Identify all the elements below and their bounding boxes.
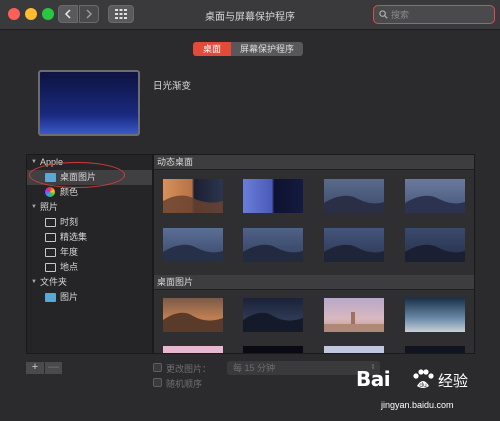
- tab-switcher: 桌面 屏幕保护程序: [193, 42, 303, 56]
- dune-graphic: [324, 195, 384, 213]
- sidebar-item-places[interactable]: 地点: [27, 260, 152, 275]
- interval-value: 每 15 分钟: [233, 363, 276, 373]
- paw-icon: du: [413, 369, 434, 389]
- baidu-watermark: Bai du 经验 jingyan.baidu.com: [353, 367, 493, 417]
- color-wheel-icon: [45, 187, 55, 197]
- wallpaper-thumb[interactable]: [405, 346, 465, 353]
- group-photos[interactable]: ▼ 照片: [27, 200, 152, 215]
- title-bar: 桌面与屏幕保护程序: [0, 0, 500, 30]
- wallpaper-thumb[interactable]: [324, 179, 384, 213]
- watermark-url: jingyan.baidu.com: [381, 400, 454, 410]
- folder-icon: [45, 293, 56, 302]
- wallpaper-grid: 动态桌面 桌面图片: [153, 154, 475, 354]
- rock-graphic: [324, 312, 384, 332]
- tab-desktop[interactable]: 桌面: [193, 42, 231, 56]
- dune-graphic: [324, 244, 384, 262]
- sidebar-item-years[interactable]: 年度: [27, 245, 152, 260]
- random-order-label: 随机顺序: [166, 379, 203, 389]
- sidebar-item-pictures[interactable]: 图片: [27, 290, 152, 305]
- wallpaper-thumb[interactable]: [163, 179, 223, 213]
- wallpaper-thumb[interactable]: [163, 228, 223, 262]
- svg-text:du: du: [419, 382, 427, 389]
- wallpaper-thumb[interactable]: [163, 346, 223, 353]
- wallpaper-thumb[interactable]: [163, 298, 223, 332]
- disclosure-triangle-icon[interactable]: ▼: [31, 200, 37, 215]
- dune-graphic: [163, 195, 223, 213]
- wallpaper-thumb[interactable]: [243, 228, 303, 262]
- wallpaper-thumb[interactable]: [243, 346, 303, 353]
- wallpaper-thumb[interactable]: [243, 179, 303, 213]
- wallpaper-thumb[interactable]: [324, 228, 384, 262]
- search-input[interactable]: [391, 9, 486, 20]
- add-button[interactable]: +: [26, 362, 44, 374]
- dune-graphic: [163, 312, 223, 332]
- wallpaper-thumb[interactable]: [243, 298, 303, 332]
- random-order-checkbox[interactable]: [153, 378, 162, 387]
- change-picture-label: 更改图片：: [166, 364, 212, 374]
- folder-icon: [45, 233, 56, 242]
- watermark-brand: Bai: [356, 367, 391, 391]
- preview-name: 日光渐变: [153, 81, 192, 92]
- watermark-tail: 经验: [438, 373, 469, 390]
- dune-graphic: [243, 312, 303, 332]
- disclosure-triangle-icon[interactable]: ▼: [31, 275, 37, 290]
- dune-graphic: [405, 244, 465, 262]
- magnifier-icon: [379, 10, 388, 19]
- group-folders[interactable]: ▼ 文件夹: [27, 275, 152, 290]
- tab-screensaver[interactable]: 屏幕保护程序: [231, 42, 303, 56]
- section-header-dynamic: 动态桌面: [154, 155, 474, 170]
- desktop-preview-image: [38, 70, 140, 136]
- folder-icon: [45, 248, 56, 257]
- search-field[interactable]: [373, 5, 495, 24]
- dune-graphic: [405, 195, 465, 213]
- section-header-desktop-pictures: 桌面图片: [154, 275, 474, 290]
- wallpaper-thumb[interactable]: [405, 228, 465, 262]
- change-picture-checkbox[interactable]: [153, 363, 162, 372]
- dune-graphic: [163, 244, 223, 262]
- wallpaper-thumb[interactable]: [405, 298, 465, 332]
- wallpaper-thumb[interactable]: [324, 298, 384, 332]
- wallpaper-thumb[interactable]: [405, 179, 465, 213]
- sidebar-item-collections[interactable]: 精选集: [27, 230, 152, 245]
- remove-button[interactable]: —: [44, 362, 62, 374]
- sidebar-item-moments[interactable]: 时刻: [27, 215, 152, 230]
- folder-icon: [45, 218, 56, 227]
- annotation-ellipse: [29, 162, 125, 188]
- add-remove-control: + —: [26, 362, 62, 374]
- wallpaper-thumb[interactable]: [324, 346, 384, 353]
- folder-icon: [45, 263, 56, 272]
- dune-graphic: [243, 244, 303, 262]
